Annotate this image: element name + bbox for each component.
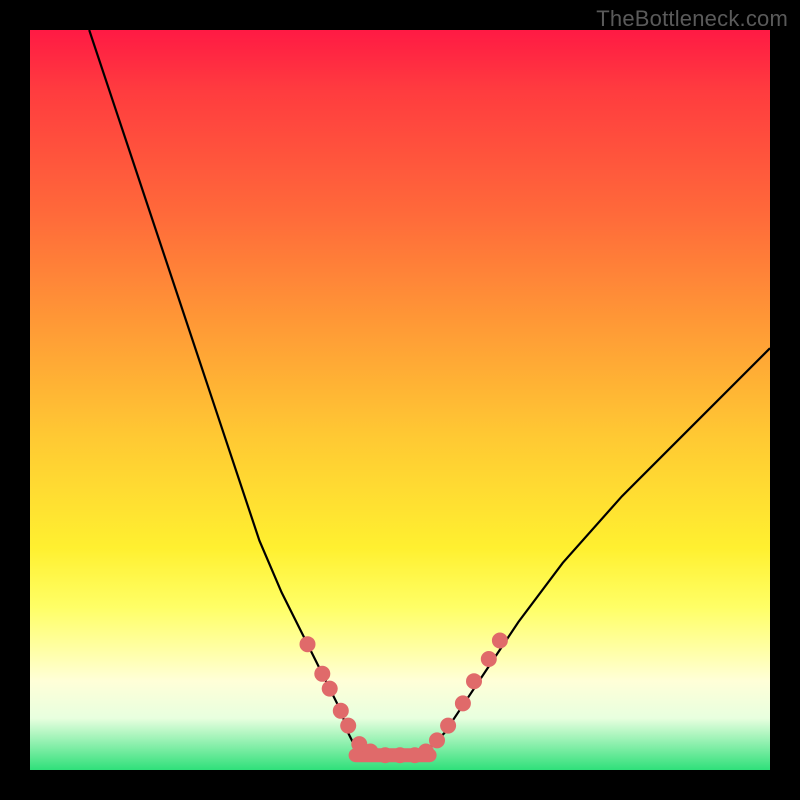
- curve-marker: [377, 747, 393, 763]
- curve-marker: [466, 673, 482, 689]
- curve-marker: [322, 681, 338, 697]
- watermark-text: TheBottleneck.com: [596, 6, 788, 32]
- curve-marker: [362, 744, 378, 760]
- curve-marker: [340, 718, 356, 734]
- curve-marker: [481, 651, 497, 667]
- chart-plot-area: [30, 30, 770, 770]
- curve-marker: [440, 718, 456, 734]
- curve-marker: [492, 633, 508, 649]
- curve-marker: [300, 636, 316, 652]
- chart-svg: [30, 30, 770, 770]
- curve-marker: [333, 703, 349, 719]
- bottleneck-curve-line: [89, 30, 770, 755]
- curve-marker: [314, 666, 330, 682]
- curve-marker: [455, 695, 471, 711]
- curve-marker: [429, 732, 445, 748]
- curve-marker: [392, 747, 408, 763]
- curve-markers-group: [300, 633, 508, 764]
